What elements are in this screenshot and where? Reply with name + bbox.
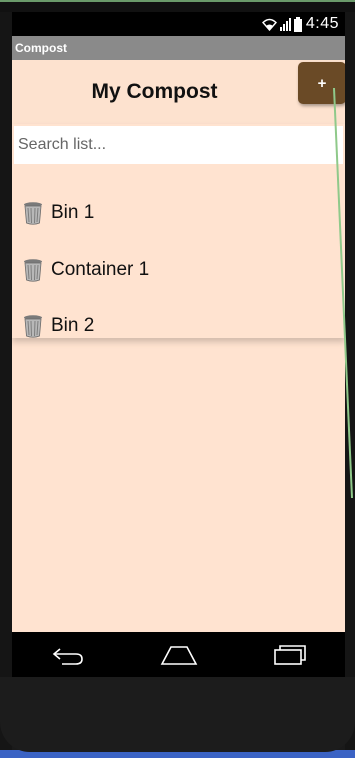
- navigation-bar: [12, 632, 345, 677]
- status-bar: 4:45: [12, 12, 345, 36]
- search-input[interactable]: [14, 126, 343, 164]
- page-title: My Compost: [91, 80, 218, 103]
- trash-can-icon: [24, 259, 42, 282]
- home-button[interactable]: [159, 640, 199, 670]
- list-item-label: Bin 2: [51, 315, 95, 336]
- list-item-label: Bin 1: [51, 202, 95, 223]
- back-icon: [52, 647, 83, 665]
- device-bezel-right: [345, 0, 355, 758]
- back-button[interactable]: [48, 640, 88, 670]
- phone-screen: 4:45 Compost My Compost + Bin 1 Containe…: [12, 12, 345, 677]
- list-item[interactable]: Bin 1: [12, 185, 345, 241]
- status-icons: [261, 16, 302, 32]
- battery-icon: [293, 16, 302, 32]
- app-title: Compost: [15, 41, 67, 55]
- add-button[interactable]: +: [298, 62, 345, 104]
- signal-icon: [279, 17, 291, 31]
- compost-list: Bin 1 Container 1 Bin 2: [12, 124, 345, 338]
- device-bottom-bezel: [0, 677, 355, 752]
- wifi-icon: [261, 18, 277, 31]
- device-bezel-left: [0, 0, 12, 758]
- app-title-bar: Compost: [12, 36, 345, 60]
- device-top-bezel: [0, 0, 355, 12]
- home-icon: [160, 645, 197, 665]
- trash-can-icon: [24, 315, 42, 338]
- recent-apps-button[interactable]: [270, 640, 310, 670]
- list-item-label: Container 1: [51, 259, 150, 280]
- recent-apps-icon: [273, 644, 306, 665]
- trash-can-icon: [24, 202, 42, 225]
- page-header: My Compost +: [12, 60, 345, 124]
- list-item[interactable]: Container 1: [12, 242, 345, 298]
- status-time: 4:45: [305, 15, 339, 32]
- list-item[interactable]: Bin 2: [12, 298, 345, 354]
